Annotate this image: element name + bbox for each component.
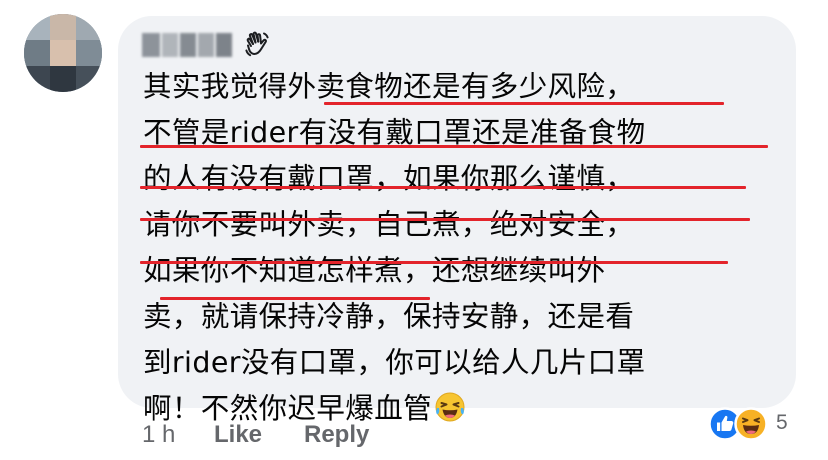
comment-screenshot: 其实我觉得外卖食物还是有多少风险， 不管是rider有没有戴口罩还是准备食物 的… — [0, 0, 828, 460]
comment-line-6: 卖，就请保持冷静，保持安静，还是看 — [143, 300, 635, 333]
comment-line-5: 如果你不知道怎样煮，还想继续叫外 — [143, 254, 606, 287]
laughing-tears-emoji-icon — [435, 392, 465, 422]
comment-line-4: 请你不要叫外卖，自己煮，绝对安全， — [143, 208, 635, 241]
comment-line-3: 的人有没有戴口罩，如果你那么谨慎， — [143, 162, 635, 195]
underline-5 — [140, 261, 728, 264]
blurred-avatar-image — [24, 14, 102, 92]
reaction-count: 5 — [776, 411, 788, 434]
underline-3 — [140, 186, 746, 189]
underline-1 — [324, 102, 724, 105]
comment-line-2: 不管是rider有没有戴口罩还是准备食物 — [143, 116, 646, 149]
reactions-summary[interactable]: 5 — [708, 405, 804, 443]
avatar[interactable] — [24, 14, 102, 92]
waving-hand-icon — [245, 31, 269, 57]
commenter-name-blurred[interactable] — [142, 33, 232, 57]
comment-line-7: 到rider没有口罩，你可以给人几片口罩 — [143, 346, 646, 379]
comment-line-8-text: 啊！不然你迟早爆血管 — [143, 392, 433, 425]
reply-button[interactable]: Reply — [304, 421, 369, 449]
underline-4 — [140, 218, 750, 221]
underline-6 — [160, 297, 430, 300]
like-button[interactable]: Like — [214, 421, 262, 449]
underline-2 — [140, 145, 768, 148]
comment-text: 其实我觉得外卖食物还是有多少风险， 不管是rider有没有戴口罩还是准备食物 的… — [143, 64, 783, 432]
haha-reaction-icon — [734, 407, 768, 441]
timestamp[interactable]: 1 h — [142, 421, 175, 449]
